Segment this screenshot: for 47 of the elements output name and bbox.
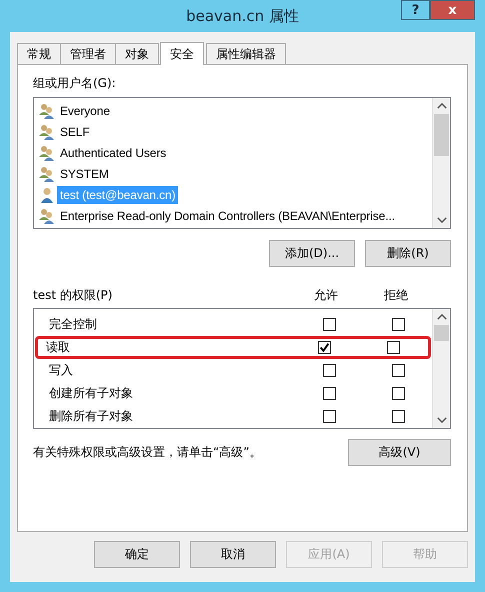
advanced-note: 有关特殊权限或高级设置，请单击“高级”。: [33, 444, 262, 461]
checkbox[interactable]: [392, 410, 405, 423]
dialog-button[interactable]: 取消: [190, 541, 276, 568]
dialog-button[interactable]: 删除(R): [365, 240, 451, 267]
users-icon: [39, 144, 55, 160]
window-title: beavan.cn 属性: [186, 6, 299, 26]
users-label: 组或用户名(G):: [33, 75, 117, 92]
user-item[interactable]: SYSTEM: [35, 163, 431, 184]
tab[interactable]: 常规: [17, 43, 61, 64]
help-button[interactable]: ?: [401, 0, 430, 20]
checkbox[interactable]: [323, 318, 336, 331]
user-item[interactable]: Enterprise Read-only Domain Controllers (BEAVAN\Enterprise...: [35, 205, 431, 226]
users-icon: [39, 102, 55, 118]
checkbox[interactable]: [323, 364, 336, 377]
users-icon: [39, 166, 55, 182]
checkbox[interactable]: [323, 410, 336, 423]
dialog-button[interactable]: 确定: [94, 541, 180, 568]
advanced-button[interactable]: 高级(V): [348, 439, 451, 466]
column-header: 允许: [313, 287, 339, 304]
checkbox[interactable]: [392, 364, 405, 377]
permission-name: 完全控制: [49, 316, 98, 333]
scrollbar[interactable]: [432, 98, 450, 228]
permission-name: 写入: [49, 362, 74, 379]
checkbox[interactable]: [318, 341, 331, 354]
tab[interactable]: 属性编辑器: [206, 43, 286, 64]
close-button[interactable]: x: [430, 0, 475, 20]
checkbox[interactable]: [323, 387, 336, 400]
user-item[interactable]: Everyone: [35, 100, 431, 121]
user-icon: [39, 186, 55, 202]
checkbox[interactable]: [392, 318, 405, 331]
scrollbar[interactable]: [432, 309, 450, 428]
permissions-label: test 的权限(P): [33, 287, 114, 304]
tab[interactable]: 对象: [115, 43, 159, 64]
permission-name: 读取: [46, 339, 71, 356]
permission-name: 创建所有子对象: [49, 385, 134, 402]
column-header: 拒绝: [383, 287, 409, 304]
tab[interactable]: 安全: [160, 42, 204, 65]
dialog-button[interactable]: 添加(D)...: [269, 240, 355, 267]
permission-name: 删除所有子对象: [49, 408, 134, 425]
scroll-thumb[interactable]: [434, 114, 449, 156]
checkbox[interactable]: [392, 387, 405, 400]
users-icon: [39, 208, 55, 224]
checkbox[interactable]: [387, 341, 400, 354]
user-item[interactable]: SELF: [35, 121, 431, 142]
scroll-thumb[interactable]: [434, 325, 449, 341]
user-item[interactable]: Authenticated Users: [35, 142, 431, 163]
users-icon: [39, 124, 55, 140]
